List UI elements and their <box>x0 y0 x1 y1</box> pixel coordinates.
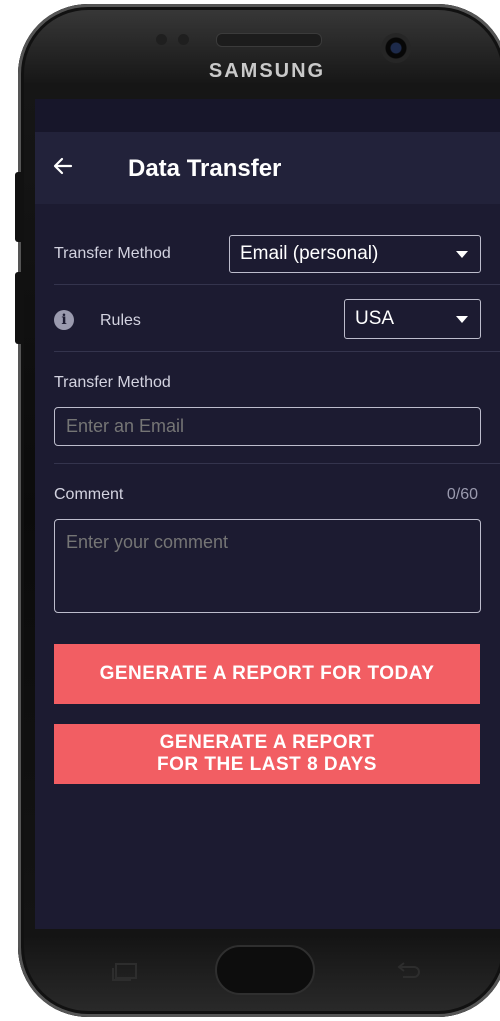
generate-report-today-button[interactable]: GENERATE A REPORT FOR TODAY <box>54 644 480 704</box>
status-bar <box>35 99 500 132</box>
comment-char-counter: 0/60 <box>446 486 478 503</box>
button-label-line-2: FOR THE LAST 8 DAYS <box>157 754 377 775</box>
transfer-method-label: Transfer Method <box>54 245 171 262</box>
earpiece-speaker <box>216 33 322 47</box>
recent-apps-icon[interactable] <box>112 963 138 981</box>
app-bar: Data Transfer <box>35 132 500 204</box>
back-key-icon[interactable] <box>394 962 422 982</box>
home-button[interactable] <box>215 945 315 995</box>
app-screen: Data Transfer Transfer Method Email (per… <box>35 99 500 929</box>
comment-textarea[interactable] <box>54 519 481 613</box>
button-label-line-1: GENERATE A REPORT <box>159 732 375 753</box>
rules-select[interactable]: USA <box>344 299 481 339</box>
divider <box>54 284 500 285</box>
light-sensor <box>178 34 189 45</box>
email-field-label: Transfer Method <box>54 374 171 391</box>
email-input[interactable] <box>54 407 481 446</box>
comment-label: Comment <box>54 486 124 503</box>
transfer-method-value: Email (personal) <box>240 243 379 264</box>
rules-value: USA <box>355 308 395 329</box>
info-icon[interactable]: i <box>54 310 74 330</box>
front-camera <box>381 33 411 63</box>
transfer-method-select[interactable]: Email (personal) <box>229 235 481 273</box>
volume-down-button <box>15 272 23 344</box>
volume-up-button <box>15 172 23 242</box>
chevron-down-icon <box>456 251 468 258</box>
proximity-sensor <box>156 34 167 45</box>
divider <box>54 351 500 352</box>
rules-label: Rules <box>100 312 141 329</box>
chevron-down-icon <box>456 316 468 323</box>
button-label: GENERATE A REPORT FOR TODAY <box>99 663 435 684</box>
generate-report-last-8-days-button[interactable]: GENERATE A REPORT FOR THE LAST 8 DAYS <box>54 724 480 784</box>
arrow-left-icon[interactable] <box>51 154 75 178</box>
divider <box>54 463 500 464</box>
page-title: Data Transfer <box>128 155 282 182</box>
device-brand-logo: SAMSUNG <box>208 60 326 82</box>
